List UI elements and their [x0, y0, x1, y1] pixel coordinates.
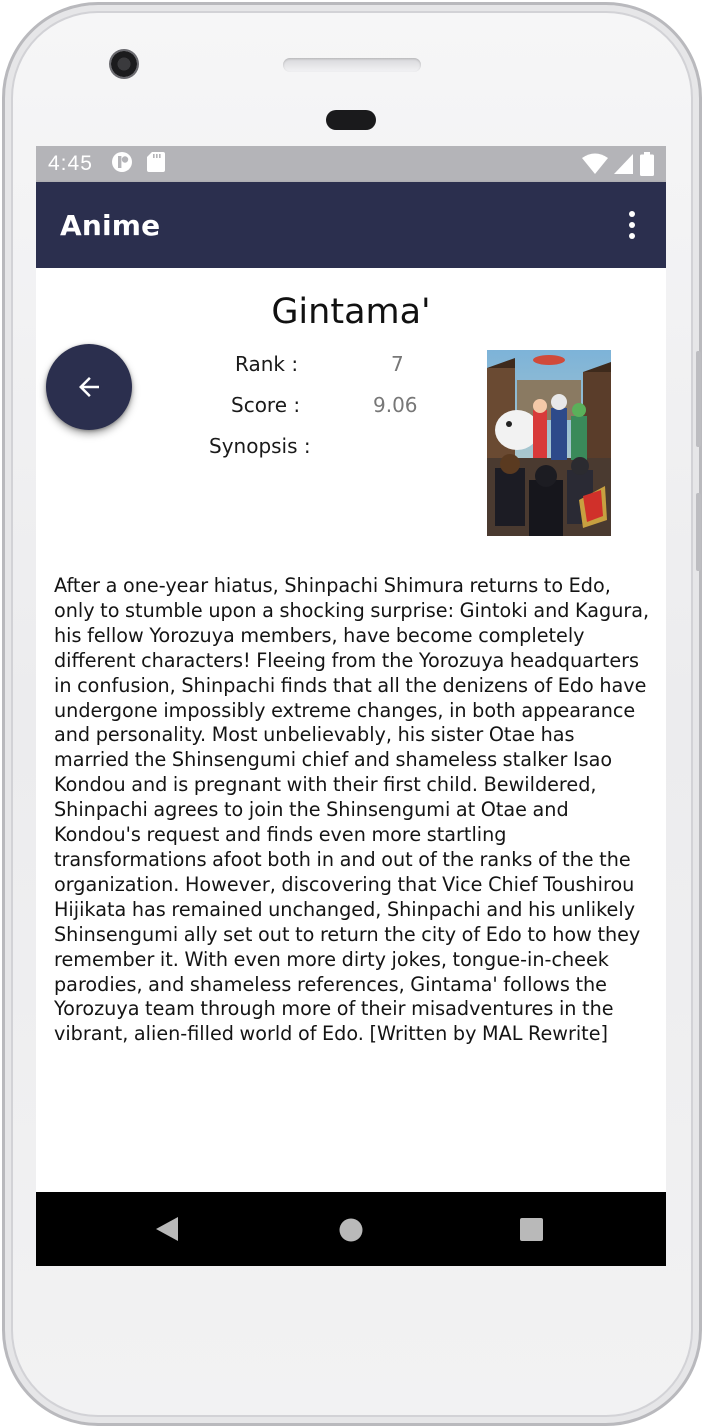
power-button: [696, 351, 701, 447]
arrow-back-icon: [79, 377, 99, 397]
rank-value: 7: [391, 352, 404, 376]
app-title: Anime: [60, 208, 161, 242]
home-circle-icon[interactable]: [339, 1218, 363, 1242]
status-time: 4:45: [48, 152, 93, 175]
score-label: Score :: [231, 393, 301, 417]
cellular-signal-icon: [614, 153, 634, 179]
more-vert-icon[interactable]: [620, 208, 644, 242]
back-triangle-icon[interactable]: [156, 1217, 178, 1241]
wifi-icon: [582, 153, 608, 179]
recents-square-icon[interactable]: [520, 1218, 543, 1241]
device-screen: 4:45 Anime Gintama' Rank: 7 Score: 9.0…: [36, 146, 666, 1266]
anime-detail: Gintama' Rank : 7 Score : 9.06 Synopsis …: [36, 268, 666, 1192]
rank-label: Rank :: [235, 352, 299, 376]
front-camera: [109, 49, 139, 79]
status-bar: 4:45: [36, 146, 666, 182]
speaker-grill: [283, 58, 421, 72]
back-fab-button[interactable]: [46, 344, 132, 430]
battery-icon: [640, 152, 654, 180]
earpiece: [326, 110, 376, 130]
synopsis-label: Synopsis :: [209, 434, 311, 458]
system-navigation-bar: [36, 1192, 666, 1266]
synopsis-text: After a one-year hiatus, Shinpachi Shimu…: [54, 574, 650, 1046]
score-value: 9.06: [373, 393, 418, 417]
sd-card-icon: [146, 152, 165, 176]
volume-button: [696, 493, 701, 571]
anime-poster-image: [487, 350, 611, 536]
anime-title: Gintama': [271, 292, 431, 332]
app-toolbar: Anime: [36, 182, 666, 268]
notification-app-icon: [111, 151, 133, 177]
